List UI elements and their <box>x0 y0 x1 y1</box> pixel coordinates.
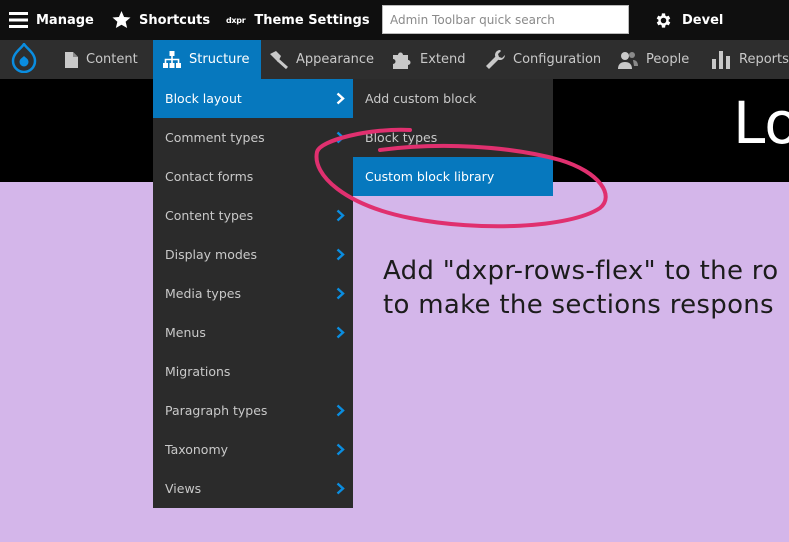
chevron-right-icon <box>336 287 345 300</box>
chevron-right-icon <box>336 92 345 105</box>
hero-title: Lo <box>733 89 789 157</box>
theme-settings-label: Theme Settings <box>254 12 370 28</box>
menu-item-paragraph-types[interactable]: Paragraph types <box>153 391 353 430</box>
menu-item-label: Display modes <box>165 247 258 262</box>
menu-item-label: Block layout <box>165 91 242 106</box>
body-line-1: Add "dxpr-rows-flex" to the ro <box>383 256 779 286</box>
nav-configuration-label: Configuration <box>513 52 602 67</box>
admin-toolbar-search-input[interactable] <box>382 5 629 34</box>
bar-chart-icon <box>712 50 731 69</box>
menu-item-contact-forms[interactable]: Contact forms <box>153 157 353 196</box>
manage-label: Manage <box>36 12 94 28</box>
menu-item-label: Comment types <box>165 130 265 145</box>
chevron-right-icon <box>336 248 345 261</box>
body-line-2: to make the sections respons <box>383 290 774 320</box>
menu-item-content-types[interactable]: Content types <box>153 196 353 235</box>
chevron-right-icon <box>336 443 345 456</box>
menu-item-label: Views <box>165 481 202 496</box>
puzzle-icon <box>393 51 412 69</box>
submenu-item-label: Custom block library <box>365 169 495 184</box>
menu-item-views[interactable]: Views <box>153 469 353 508</box>
nav-people-label: People <box>646 52 690 67</box>
admin-menu-bar: Content Structure Appearance Extend Conf… <box>0 40 789 79</box>
hamburger-icon <box>9 12 28 28</box>
submenu-item-add-custom-block[interactable]: Add custom block <box>353 79 553 118</box>
menu-item-label: Content types <box>165 208 254 223</box>
page-body-text: Add "dxpr-rows-flex" to the ro to make t… <box>383 254 778 322</box>
devel-label: Devel <box>682 12 724 28</box>
document-icon <box>65 51 78 68</box>
nav-people[interactable]: People <box>618 40 689 79</box>
menu-item-label: Menus <box>165 325 206 340</box>
nav-extend-label: Extend <box>420 52 466 67</box>
star-icon <box>112 11 131 29</box>
theme-settings-button[interactable]: dxpr Theme Settings <box>226 0 370 40</box>
admin-toolbar: Manage Shortcuts dxpr Theme Settings Dev… <box>0 0 789 40</box>
structure-dropdown-menu: Block layout Comment types Contact forms… <box>153 79 353 508</box>
drupal-drop-icon <box>11 41 37 77</box>
nav-content[interactable]: Content <box>65 40 138 79</box>
menu-item-menus[interactable]: Menus <box>153 313 353 352</box>
menu-item-display-modes[interactable]: Display modes <box>153 235 353 274</box>
menu-item-label: Paragraph types <box>165 403 268 418</box>
shortcuts-label: Shortcuts <box>139 12 211 28</box>
menu-item-label: Migrations <box>165 364 231 379</box>
submenu-item-custom-block-library[interactable]: Custom block library <box>353 157 553 196</box>
menu-item-migrations[interactable]: Migrations <box>153 352 353 391</box>
paint-icon <box>269 50 288 69</box>
dxpr-logo: dxpr <box>226 15 246 25</box>
menu-item-comment-types[interactable]: Comment types <box>153 118 353 157</box>
nav-structure-label: Structure <box>189 52 250 67</box>
menu-item-label: Contact forms <box>165 169 254 184</box>
shortcuts-button[interactable]: Shortcuts <box>112 0 210 40</box>
nav-reports-label: Reports <box>739 52 789 67</box>
nav-reports[interactable]: Reports <box>712 40 789 79</box>
nav-structure[interactable]: Structure <box>153 40 261 79</box>
chevron-right-icon <box>336 131 345 144</box>
people-icon <box>618 51 638 69</box>
menu-item-media-types[interactable]: Media types <box>153 274 353 313</box>
submenu-item-block-types[interactable]: Block types <box>353 118 553 157</box>
nav-configuration[interactable]: Configuration <box>486 40 601 79</box>
manage-button[interactable]: Manage <box>9 0 94 40</box>
chevron-right-icon <box>336 209 345 222</box>
chevron-right-icon <box>336 326 345 339</box>
chevron-right-icon <box>336 482 345 495</box>
wrench-icon <box>486 50 505 69</box>
submenu-item-label: Block types <box>365 130 438 145</box>
menu-item-label: Media types <box>165 286 241 301</box>
nav-appearance-label: Appearance <box>296 52 375 67</box>
drupal-logo-link[interactable] <box>11 40 41 79</box>
submenu-item-label: Add custom block <box>365 91 477 106</box>
menu-item-label: Taxonomy <box>165 442 229 457</box>
nav-extend[interactable]: Extend <box>393 40 466 79</box>
devel-button[interactable]: Devel <box>654 0 723 40</box>
chevron-right-icon <box>336 404 345 417</box>
nav-content-label: Content <box>86 52 138 67</box>
block-layout-submenu: Add custom block Block types Custom bloc… <box>353 79 553 196</box>
sitemap-icon <box>163 51 181 68</box>
menu-item-taxonomy[interactable]: Taxonomy <box>153 430 353 469</box>
gear-icon <box>654 11 673 30</box>
nav-appearance[interactable]: Appearance <box>269 40 374 79</box>
menu-item-block-layout[interactable]: Block layout <box>153 79 353 118</box>
